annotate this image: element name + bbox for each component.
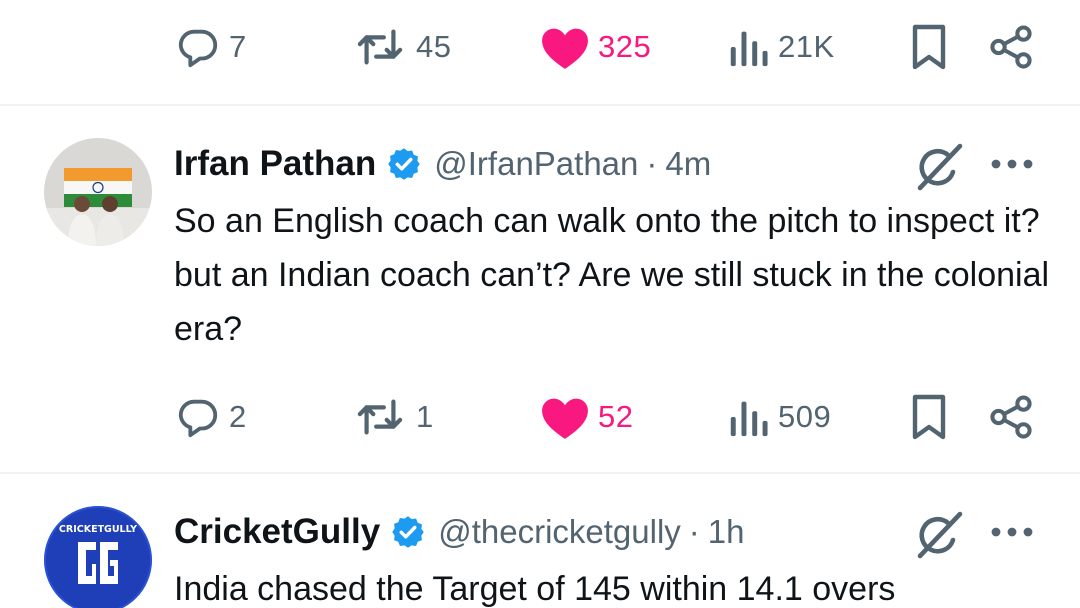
share-icon [990, 25, 1032, 69]
like-heart-icon [542, 28, 588, 69]
like-button[interactable]: 325 [540, 17, 651, 77]
reply-button[interactable]: 7 [175, 17, 247, 77]
display-name[interactable]: Irfan Pathan [174, 144, 376, 184]
separator-dot: · [646, 145, 658, 182]
repost-button[interactable]: 45 [352, 17, 451, 77]
avatar[interactable] [44, 138, 152, 246]
avatar-photo [44, 138, 152, 246]
cricketgully-logo: CRICKETGULLY [44, 506, 152, 608]
repost-count: 1 [416, 399, 434, 434]
views-count: 21K [778, 29, 835, 64]
reply-button[interactable]: 2 [175, 387, 247, 447]
tweet-divider [0, 104, 1080, 106]
share-icon [990, 395, 1032, 439]
bookmark-button[interactable] [908, 387, 950, 447]
separator-dot: · [688, 513, 700, 550]
views-count: 509 [778, 399, 832, 434]
grok-button[interactable] [912, 142, 968, 192]
logo-wordmark: CRICKETGULLY [59, 524, 137, 535]
views-icon [730, 31, 768, 67]
like-button[interactable]: 52 [540, 387, 633, 447]
verified-badge-icon [386, 146, 422, 182]
tweet-header: CricketGully @thecricketgully · 1h [174, 504, 745, 560]
user-handle[interactable]: @IrfanPathan [434, 145, 638, 183]
repost-count: 45 [416, 29, 452, 64]
reply-icon [178, 399, 218, 438]
grok-button[interactable] [912, 510, 968, 560]
tweet-1-action-bar: 2 1 52 509 [0, 387, 1080, 447]
views-button[interactable]: 509 [726, 387, 831, 447]
reply-count: 7 [229, 29, 247, 64]
more-options-button[interactable] [988, 512, 1036, 552]
display-name[interactable]: CricketGully [174, 512, 380, 552]
share-button[interactable] [988, 17, 1034, 77]
like-count: 52 [598, 399, 634, 434]
timestamp[interactable]: 4m [665, 145, 711, 183]
repost-button[interactable]: 1 [352, 387, 434, 447]
tweet-divider [0, 472, 1080, 474]
tweet-cricketgully[interactable]: CRICKETGULLY CricketGully @thecricketgul… [0, 504, 1080, 608]
share-button[interactable] [988, 387, 1034, 447]
tweet-text: So an English coach can walk onto the pi… [174, 202, 1050, 348]
reply-icon [178, 29, 218, 68]
bookmark-icon [912, 24, 946, 70]
timestamp[interactable]: 1h [708, 513, 745, 551]
grok-icon [917, 143, 963, 191]
repost-icon [357, 29, 403, 65]
tweet-irfan-pathan[interactable]: Irfan Pathan @IrfanPathan · 4m So an Eng… [0, 136, 1080, 472]
views-icon [730, 401, 768, 437]
like-count: 325 [598, 29, 652, 64]
tweet-header: Irfan Pathan @IrfanPathan · 4m [174, 136, 711, 192]
tweet-text: India chased the Target of 145 within 14… [174, 570, 896, 608]
views-button[interactable]: 21K [726, 17, 835, 77]
tweet-0-action-bar: 7 45 325 21K [0, 17, 1080, 77]
verified-badge-icon [390, 514, 426, 550]
bookmark-button[interactable] [908, 17, 950, 77]
user-handle[interactable]: @thecricketgully [438, 513, 681, 551]
more-icon [991, 159, 1033, 169]
repost-icon [357, 399, 403, 435]
grok-icon [917, 511, 963, 559]
more-options-button[interactable] [988, 144, 1036, 184]
more-icon [991, 527, 1033, 537]
bookmark-icon [912, 394, 946, 440]
like-heart-icon [542, 398, 588, 439]
reply-count: 2 [229, 399, 247, 434]
avatar[interactable]: CRICKETGULLY [44, 506, 152, 608]
